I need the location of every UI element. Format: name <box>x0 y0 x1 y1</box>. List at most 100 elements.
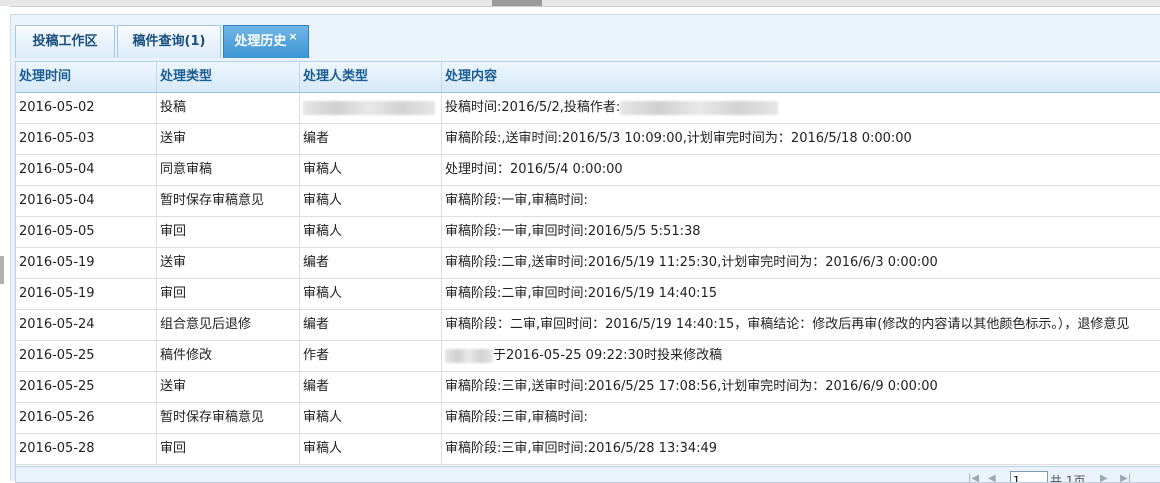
cell-actor: 审稿人 <box>300 155 442 185</box>
tab-manuscript-query[interactable]: 稿件查询(1) <box>117 25 221 58</box>
splitter-nub[interactable] <box>0 256 4 284</box>
cell-time: 2016-05-19 <box>16 248 157 278</box>
first-page-icon[interactable]: |◀ <box>968 473 979 482</box>
cell-type: 暂时保存审稿意见 <box>157 186 300 216</box>
table-header: 处理时间 处理类型 处理人类型 处理内容 <box>16 62 1160 93</box>
next-page-icon[interactable]: ▶ <box>1100 473 1108 482</box>
table-row[interactable]: 2016-05-04 同意审稿 审稿人 处理时间：2016/5/4 0:00:00 <box>16 155 1160 186</box>
table-row[interactable]: 2016-05-02 投稿 投稿时间:2016/5/2,投稿作者: <box>16 93 1160 124</box>
cell-time-text: 2016-05-04 <box>19 193 95 208</box>
table-row[interactable]: 2016-05-05 审回 审稿人 审稿阶段:一审,审回时间:2016/5/5 5:5… <box>16 217 1160 248</box>
cell-actor: 审稿人 <box>300 403 442 433</box>
cell-type: 审回 <box>157 279 300 309</box>
cell-type-text: 暂时保存审稿意见 <box>160 410 265 425</box>
cell-content-text: 审稿阶段:二审,送审时间:2016/5/19 11:25:30,计划审完时间为：… <box>445 255 938 270</box>
total-pages: 共 1页 <box>1050 472 1085 483</box>
cell-time-text: 2016-05-28 <box>19 441 95 456</box>
table-row[interactable]: 2016-05-25 稿件修改 作者 于2016-05-25 09:22:30时投来修… <box>16 341 1160 372</box>
cell-content-text: 审稿阶段:,送审时间:2016/5/3 10:09:00,计划审完时间为：201… <box>445 131 912 146</box>
cell-content-text: 处理时间：2016/5/4 0:00:00 <box>445 162 623 177</box>
table-row[interactable]: 2016-05-25 送审 编者 审稿阶段:三审,送审时间:2016/5/25 17:… <box>16 372 1160 403</box>
cell-actor-text: 编者 <box>303 317 330 332</box>
cell-content-text: 审稿阶段：二审,审回时间：2016/5/19 14:40:15，审稿结论：修改后… <box>445 317 1130 332</box>
cell-content: 于2016-05-25 09:22:30时投来修改稿 <box>442 341 1160 371</box>
cell-type: 组合意见后退修 <box>157 310 300 340</box>
cell-content-text: 审稿阶段:一审,审稿时间: <box>445 193 588 208</box>
cell-time: 2016-05-28 <box>16 434 157 464</box>
pager: |◀ ◀ 共 1页 ▶ ▶| <box>16 466 1160 483</box>
cell-time-text: 2016-05-05 <box>19 224 95 239</box>
cell-content-text: 审稿阶段:三审,审回时间:2016/5/28 13:34:49 <box>445 441 718 456</box>
total-prefix: 共 <box>1050 474 1063 483</box>
cell-time: 2016-05-02 <box>16 93 157 123</box>
page-input[interactable] <box>1010 471 1048 482</box>
table-row[interactable]: 2016-05-26 暂时保存审稿意见 审稿人 审稿阶段:三审,审稿时间: <box>16 403 1160 434</box>
table-row[interactable]: 2016-05-04 暂时保存审稿意见 审稿人 审稿阶段:一审,审稿时间: <box>16 186 1160 217</box>
cell-time: 2016-05-25 <box>16 341 157 371</box>
cell-actor: 编者 <box>300 372 442 402</box>
cell-actor-text: 编者 <box>303 379 330 394</box>
cell-content: 审稿阶段:一审,审回时间:2016/5/5 5:51:38 <box>442 217 1160 247</box>
cell-actor-text: 审稿人 <box>303 441 343 456</box>
cell-content-text: 审稿阶段:三审,审稿时间: <box>445 410 588 425</box>
cell-type-text: 同意审稿 <box>160 162 213 177</box>
redacted-block <box>303 100 435 115</box>
left-splitter[interactable] <box>0 6 10 480</box>
cell-time: 2016-05-04 <box>16 186 157 216</box>
cell-time: 2016-05-25 <box>16 372 157 402</box>
last-page-icon[interactable]: ▶| <box>1120 473 1131 482</box>
cell-content: 审稿阶段:二审,送审时间:2016/5/19 11:25:30,计划审完时间为：… <box>442 248 1160 278</box>
splitter-handle[interactable] <box>492 0 542 6</box>
cell-type-text: 送审 <box>160 379 187 394</box>
cell-content: 审稿阶段:三审,送审时间:2016/5/25 17:08:56,计划审完时间为：… <box>442 372 1160 402</box>
tab-processing-history[interactable]: 处理历史 × <box>223 25 309 58</box>
cell-actor: 审稿人 <box>300 279 442 309</box>
cell-type-text: 送审 <box>160 255 187 270</box>
column-header-content[interactable]: 处理内容 <box>442 62 1160 92</box>
cell-time: 2016-05-26 <box>16 403 157 433</box>
tab-label: 稿件查询(1) <box>132 34 206 49</box>
top-splitter[interactable] <box>0 0 1160 7</box>
cell-actor-text: 审稿人 <box>303 286 343 301</box>
cell-actor: 编者 <box>300 124 442 154</box>
cell-time: 2016-05-03 <box>16 124 157 154</box>
cell-time: 2016-05-19 <box>16 279 157 309</box>
cell-type-text: 审回 <box>160 286 187 301</box>
redacted-block <box>620 100 779 115</box>
column-header-time[interactable]: 处理时间 <box>16 62 157 92</box>
cell-content: 审稿阶段:三审,审回时间:2016/5/28 13:34:49 <box>442 434 1160 464</box>
cell-type-text: 审回 <box>160 224 187 239</box>
cell-actor-text: 编者 <box>303 131 330 146</box>
cell-actor-text: 审稿人 <box>303 162 343 177</box>
cell-type-text: 稿件修改 <box>160 348 213 363</box>
cell-type: 稿件修改 <box>157 341 300 371</box>
tab-label: 投稿工作区 <box>32 34 98 49</box>
cell-type: 暂时保存审稿意见 <box>157 403 300 433</box>
table-row[interactable]: 2016-05-28 审回 审稿人 审稿阶段:三审,审回时间:2016/5/28 13… <box>16 434 1160 465</box>
table-row[interactable]: 2016-05-03 送审 编者 审稿阶段:,送审时间:2016/5/3 10:09:… <box>16 124 1160 155</box>
cell-time-text: 2016-05-19 <box>19 286 95 301</box>
cell-time-text: 2016-05-25 <box>19 348 95 363</box>
table-row[interactable]: 2016-05-24 组合意见后退修 编者 审稿阶段：二审,审回时间：2016/5/1… <box>16 310 1160 341</box>
cell-type-text: 暂时保存审稿意见 <box>160 193 265 208</box>
cell-actor: 编者 <box>300 310 442 340</box>
cell-content: 审稿阶段:,送审时间:2016/5/3 10:09:00,计划审完时间为：201… <box>442 124 1160 154</box>
cell-content: 审稿阶段:一审,审稿时间: <box>442 186 1160 216</box>
tab-submission-workspace[interactable]: 投稿工作区 <box>15 25 115 58</box>
cell-type-text: 送审 <box>160 131 187 146</box>
cell-time-text: 2016-05-04 <box>19 162 95 177</box>
cell-content-text: 投稿时间:2016/5/2,投稿作者: <box>445 100 621 115</box>
cell-type: 审回 <box>157 217 300 247</box>
table-row[interactable]: 2016-05-19 审回 审稿人 审稿阶段:二审,审回时间:2016/5/19 14… <box>16 279 1160 310</box>
column-header-type[interactable]: 处理类型 <box>157 62 300 92</box>
table-row[interactable]: 2016-05-19 送审 编者 审稿阶段:二审,送审时间:2016/5/19 11:… <box>16 248 1160 279</box>
cell-content: 审稿阶段：二审,审回时间：2016/5/19 14:40:15，审稿结论：修改后… <box>442 310 1160 340</box>
cell-actor: 作者 <box>300 341 442 371</box>
cell-content-text: 审稿阶段:三审,送审时间:2016/5/25 17:08:56,计划审完时间为：… <box>445 379 938 394</box>
column-header-actor[interactable]: 处理人类型 <box>300 62 442 92</box>
cell-time-text: 2016-05-24 <box>19 317 95 332</box>
cell-actor-text: 审稿人 <box>303 224 343 239</box>
prev-page-icon[interactable]: ◀ <box>988 473 996 482</box>
cell-type-text: 审回 <box>160 441 187 456</box>
close-icon[interactable]: × <box>288 30 297 43</box>
